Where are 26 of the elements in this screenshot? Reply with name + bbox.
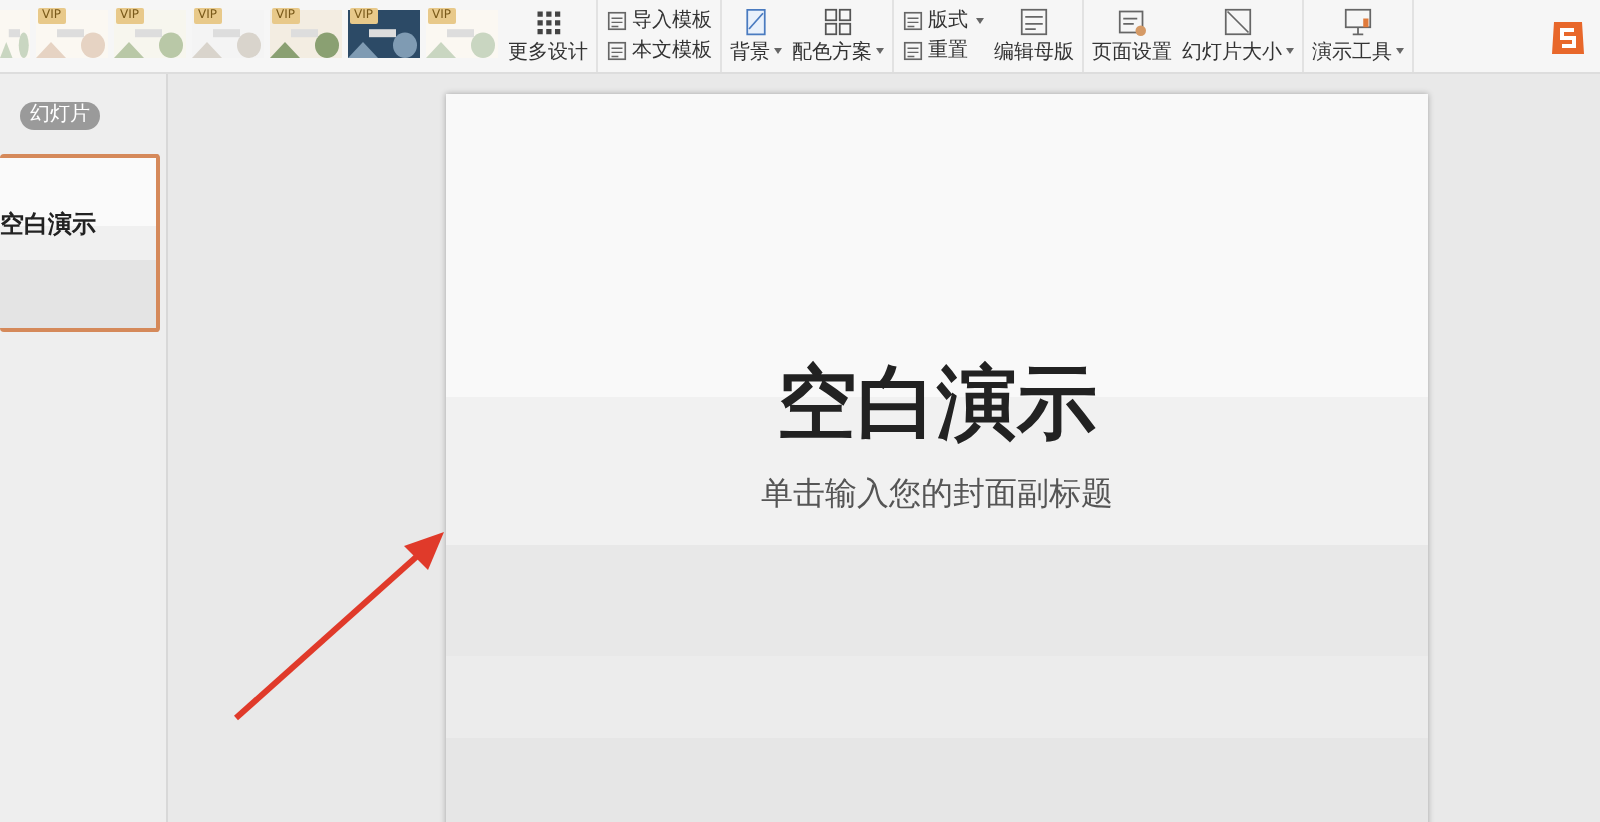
toolbar-button[interactable]: 本文模板	[606, 39, 712, 63]
grid-icon	[534, 7, 562, 35]
toolbar-button[interactable]: 幻灯片大小	[1182, 7, 1294, 65]
slide-size-icon	[1224, 7, 1252, 35]
document-icon	[606, 40, 628, 62]
toolbar-button[interactable]: 编辑母版	[994, 7, 1074, 65]
document-icon	[606, 10, 628, 32]
toolbar-button[interactable]: 演示工具	[1312, 7, 1404, 65]
background-icon	[742, 7, 770, 35]
toolbar-button[interactable]: 重置	[902, 39, 984, 63]
toolbar-button[interactable]: 配色方案	[792, 7, 884, 65]
toolbar-button[interactable]: 导入模板	[606, 9, 712, 33]
slide-master-icon	[1020, 7, 1048, 35]
document-icon	[902, 40, 924, 62]
slide-thumbnail[interactable]: 空白演示	[0, 154, 160, 332]
presentation-icon	[1344, 7, 1372, 35]
toolbar-button[interactable]: 版式	[902, 9, 984, 33]
page-setup-icon	[1118, 7, 1146, 35]
document-icon	[902, 10, 924, 32]
slide-subtitle[interactable]: 单击输入您的封面副标题	[761, 470, 1113, 518]
slide-title: 空白演示	[777, 356, 1097, 454]
thumbnail-title: 空白演示	[0, 208, 96, 242]
toolbar-button[interactable]: 背景	[730, 7, 782, 65]
toolbar-button[interactable]: 更多设计	[508, 7, 588, 65]
color-scheme-icon	[824, 7, 852, 35]
toolbar-button[interactable]: 页面设置	[1092, 7, 1172, 65]
